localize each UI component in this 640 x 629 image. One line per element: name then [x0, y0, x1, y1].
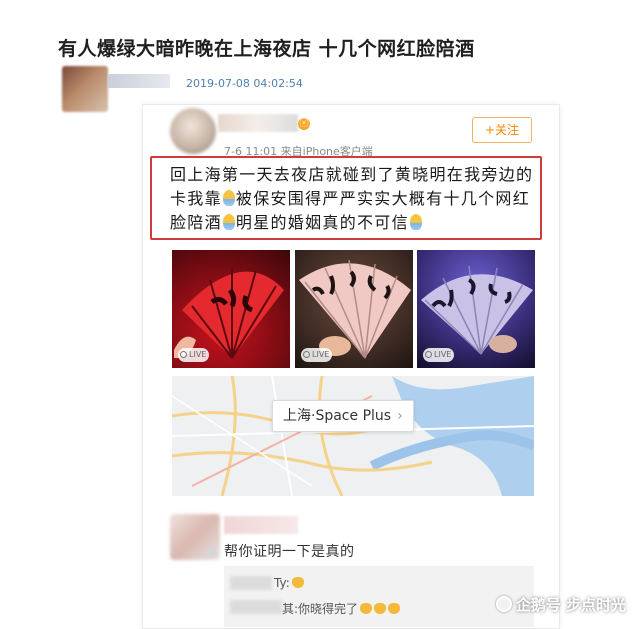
- map-image: [172, 376, 534, 496]
- reply-name-blurred[interactable]: [230, 576, 272, 590]
- weibo-post-text: 回上海第一天去夜店就碰到了黄晓明在我旁边的卡我靠 被保安围得严严实实大概有十几个网…: [170, 163, 538, 235]
- live-badge: LIVE: [301, 348, 333, 362]
- post-timestamp: 2019-07-08 04:02:54: [186, 77, 303, 90]
- clap-icon: [388, 603, 401, 614]
- location-map[interactable]: [172, 376, 534, 496]
- watermark: 企鹅号 步点时光: [495, 594, 626, 615]
- location-label: 上海·Space Plus: [283, 408, 392, 424]
- clap-icon: [374, 603, 387, 614]
- post-photo-1[interactable]: LIVE: [172, 250, 290, 368]
- clap-icon: [360, 603, 373, 614]
- reply-1: Ty:: [274, 576, 304, 590]
- post-text-part-3: 明星的婚姻真的不可信: [235, 213, 409, 232]
- reply-name-blurred[interactable]: [230, 600, 282, 614]
- live-badge: LIVE: [423, 348, 455, 362]
- location-chip[interactable]: 上海·Space Plus ›: [272, 400, 414, 432]
- sweat-face-icon: [222, 190, 235, 206]
- comment-text: 帮你证明一下是真的: [224, 544, 355, 560]
- post-photo-2[interactable]: LIVE: [295, 250, 413, 368]
- author-name-blurred[interactable]: [108, 74, 170, 88]
- sweat-face-icon: [409, 214, 422, 230]
- weibo-user-avatar[interactable]: [170, 108, 216, 154]
- vip-icon: ⓥ: [298, 118, 310, 130]
- clap-icon: [291, 577, 304, 588]
- follow-button[interactable]: +关注: [472, 117, 532, 143]
- live-icon: [303, 351, 310, 358]
- post-photo-3[interactable]: LIVE: [417, 250, 535, 368]
- commenter-name-blurred[interactable]: [224, 516, 298, 534]
- live-icon: [180, 351, 187, 358]
- live-icon: [425, 351, 432, 358]
- reply-2-text: 你晓得完了: [298, 602, 359, 616]
- sweat-face-icon: [222, 214, 235, 230]
- reply-1-name: Ty:: [274, 576, 290, 590]
- article-title: 有人爆绿大暗昨晚在上海夜店 十几个网红脸陪酒: [58, 38, 475, 60]
- penguin-logo-icon: [495, 596, 512, 612]
- chevron-right-icon: ›: [397, 408, 403, 424]
- weibo-username-blurred[interactable]: [218, 114, 298, 132]
- author-avatar[interactable]: [62, 66, 108, 112]
- reply-2-name: 其:: [282, 602, 299, 616]
- reply-2: 其:你晓得完了: [282, 600, 401, 617]
- live-badge: LIVE: [178, 348, 210, 362]
- commenter-badge: [206, 548, 216, 558]
